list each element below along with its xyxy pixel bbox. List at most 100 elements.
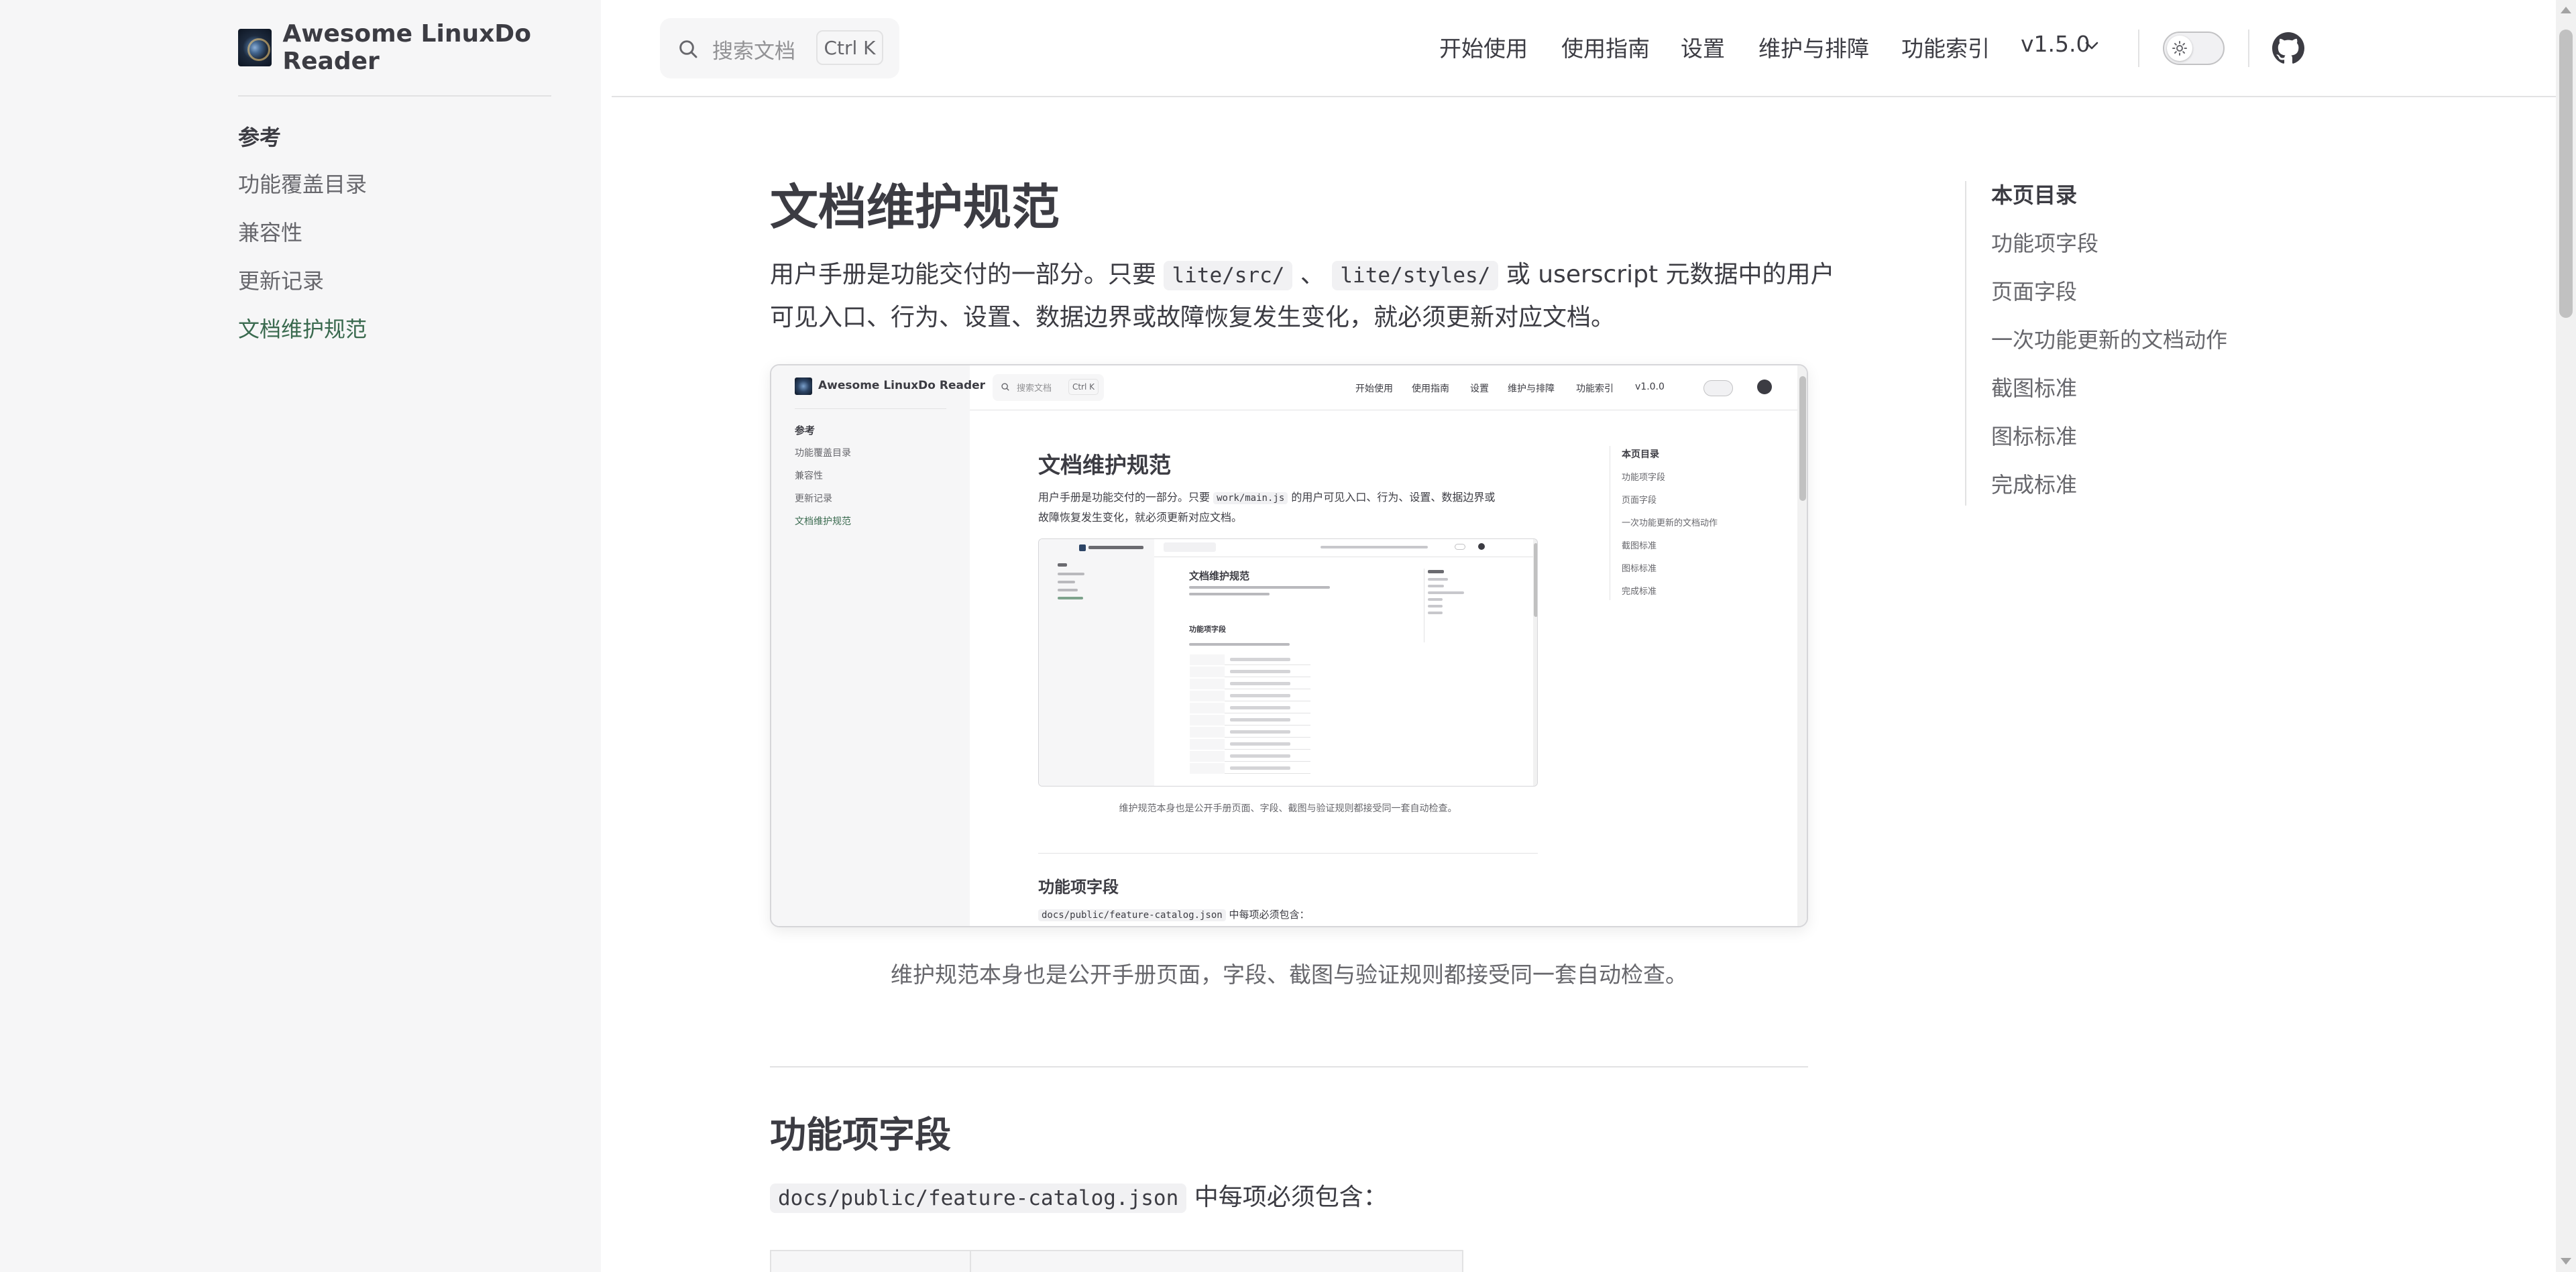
tiny-search-box (1164, 542, 1216, 552)
outline-title: 本页目录 (1991, 182, 2078, 208)
intro-paragraph: 用户手册是功能交付的一部分。只要 lite/src/ 、 lite/styles… (770, 253, 1835, 297)
outline-item-completion-standard[interactable]: 完成标准 (1991, 468, 2077, 499)
fields-table (770, 1250, 1463, 1272)
tiny-outline-item (1428, 605, 1443, 608)
nested-nav-link: 开始使用 (1355, 384, 1393, 394)
nested-sidebar-item: 功能覆盖目录 (795, 448, 851, 459)
nav-link-guide[interactable]: 使用指南 (1561, 31, 1650, 63)
nested-section-text: 中每项必须包含： (1229, 909, 1310, 921)
intro-sep: 、 (1300, 261, 1325, 288)
tiny-outline-item (1428, 585, 1444, 587)
search-shortcut-hint: Ctrl K (816, 30, 883, 65)
section-intro-text: 中每项必须包含： (1194, 1183, 1388, 1211)
nested-search-shortcut: Ctrl K (1068, 379, 1099, 395)
tiny-sidebar-item (1058, 581, 1075, 583)
nested-outline-title: 本页目录 (1622, 449, 1659, 460)
tiny-nav-links (1321, 546, 1428, 548)
nested-github-icon (1757, 380, 1772, 394)
nested-nav-link: 维护与排障 (1508, 384, 1555, 394)
tiny-intro-line (1189, 586, 1330, 589)
nav-separator (2138, 30, 2139, 67)
sun-icon (2172, 41, 2187, 56)
nested-theme-toggle (1703, 380, 1733, 396)
nested-nav-link: 设置 (1470, 384, 1489, 394)
outline-border (1965, 181, 1966, 506)
inline-code: docs/public/feature-catalog.json (770, 1183, 1187, 1213)
nested-sidebar-group-title: 参考 (795, 424, 816, 437)
nested-section-title: 功能项字段 (1038, 878, 1119, 897)
tiny-scrollbar-thumb (1534, 543, 1537, 617)
inline-code: lite/styles/ (1332, 261, 1499, 290)
nested-scrollbar-thumb (1799, 376, 1806, 501)
sidebar-item-compatibility[interactable]: 兼容性 (238, 216, 302, 247)
sidebar-item-doc-maintenance[interactable]: 文档维护规范 (238, 312, 367, 343)
outline-item-feature-fields[interactable]: 功能项字段 (1991, 227, 2098, 257)
nested-outline-item: 完成标准 (1622, 587, 1657, 597)
sidebar-divider (238, 95, 551, 97)
outline-item-update-actions[interactable]: 一次功能更新的文档动作 (1991, 323, 2227, 354)
nested-brand-name: Awesome LinuxDo Reader (818, 379, 986, 392)
sidebar-item-changelog[interactable]: 更新记录 (238, 264, 324, 295)
nested-outline-item: 截图标准 (1622, 541, 1657, 551)
nested-outline-item: 页面字段 (1622, 496, 1657, 506)
nested-intro-text-2: 的用户可见入口、行为、设置、数据边界或 (1291, 491, 1496, 504)
nested-section-divider (1038, 853, 1538, 854)
sidebar: Awesome LinuxDo Reader 参考 功能覆盖目录 兼容性 更新记… (0, 0, 601, 1272)
nested-sidebar-item: 更新记录 (795, 494, 832, 504)
nav-link-settings[interactable]: 设置 (1681, 31, 1725, 63)
brand-logo (238, 29, 272, 66)
tiny-table-row (1190, 739, 1310, 750)
outline-item-screenshot-standard[interactable]: 截图标准 (1991, 371, 2077, 402)
nav-separator (2248, 30, 2249, 67)
nested-nav-link: 使用指南 (1412, 384, 1449, 394)
nested-screenshot-figure: 文档维护规范 功能项字段 (1038, 538, 1538, 787)
nested-outline-item: 图标标准 (1622, 564, 1657, 574)
scroll-up-arrow[interactable] (2561, 7, 2571, 13)
nested-caption: 维护规范本身也是公开手册页面、字段、截图与验证规则都接受同一套自动检查。 (1119, 803, 1457, 814)
tiny-table-row (1190, 751, 1310, 762)
nav-link-maintenance[interactable]: 维护与排障 (1758, 31, 1869, 63)
nested-brand-logo (795, 378, 812, 395)
outline-item-page-fields[interactable]: 页面字段 (1991, 275, 2077, 306)
tiny-sidebar (1039, 539, 1154, 786)
tiny-outline-title (1428, 570, 1444, 573)
theme-toggle[interactable] (2163, 32, 2225, 65)
tiny-table-row (1190, 654, 1310, 665)
tiny-table-row (1190, 763, 1310, 774)
tiny-sidebar-item (1058, 597, 1083, 599)
section-intro: docs/public/feature-catalog.json 中每项必须包含… (770, 1177, 1388, 1213)
tiny-table-row (1190, 703, 1310, 713)
search-icon (679, 40, 697, 58)
nested-inline-code: work/main.js (1213, 492, 1288, 504)
tiny-sidebar-item (1058, 573, 1084, 575)
section-divider (770, 1066, 1808, 1067)
tiny-page-title: 文档维护规范 (1189, 570, 1250, 582)
page-scrollbar-thumb[interactable] (2559, 30, 2573, 318)
tiny-table-row (1190, 727, 1310, 738)
nested-search-icon (1001, 383, 1009, 391)
nested-intro-text-1: 用户手册是功能交付的一部分。只要 (1038, 491, 1211, 504)
nested-sidebar-item: 兼容性 (795, 471, 823, 481)
scroll-down-arrow[interactable] (2561, 1258, 2571, 1265)
figure-caption: 维护规范本身也是公开手册页面，字段、截图与验证规则都接受同一套自动检查。 (891, 962, 1687, 988)
version-dropdown[interactable]: v1.5.0 (2021, 31, 2090, 57)
nested-sidebar-divider (795, 408, 946, 409)
tiny-theme-toggle (1455, 544, 1465, 550)
nav-link-feature-index[interactable]: 功能索引 (1901, 31, 1990, 63)
sidebar-item-feature-catalog[interactable]: 功能覆盖目录 (238, 168, 367, 198)
tiny-intro-line (1189, 593, 1270, 595)
chevron-down-icon (2085, 42, 2098, 50)
search-button[interactable]: 搜索文档 Ctrl K (660, 18, 899, 78)
nav-link-getting-started[interactable]: 开始使用 (1439, 31, 1528, 63)
tiny-github-icon (1478, 543, 1485, 550)
nested-section-code: docs/public/feature-catalog.json (1038, 909, 1226, 921)
github-icon[interactable] (2272, 32, 2304, 64)
tiny-brand-name (1088, 546, 1143, 549)
sidebar-group-title: 参考 (238, 125, 282, 150)
brand-link[interactable]: Awesome LinuxDo Reader (238, 20, 601, 75)
nested-search-placeholder: 搜索文档 (1017, 384, 1052, 394)
intro-text-2: 或 userscript 元数据中的用户 (1506, 261, 1835, 288)
nested-nav-link: 功能索引 (1576, 384, 1614, 394)
outline-item-icon-standard[interactable]: 图标标准 (1991, 420, 2077, 451)
intro-paragraph-line2: 可见入口、行为、设置、数据边界或故障恢复发生变化，就必须更新对应文档。 (770, 304, 1616, 331)
